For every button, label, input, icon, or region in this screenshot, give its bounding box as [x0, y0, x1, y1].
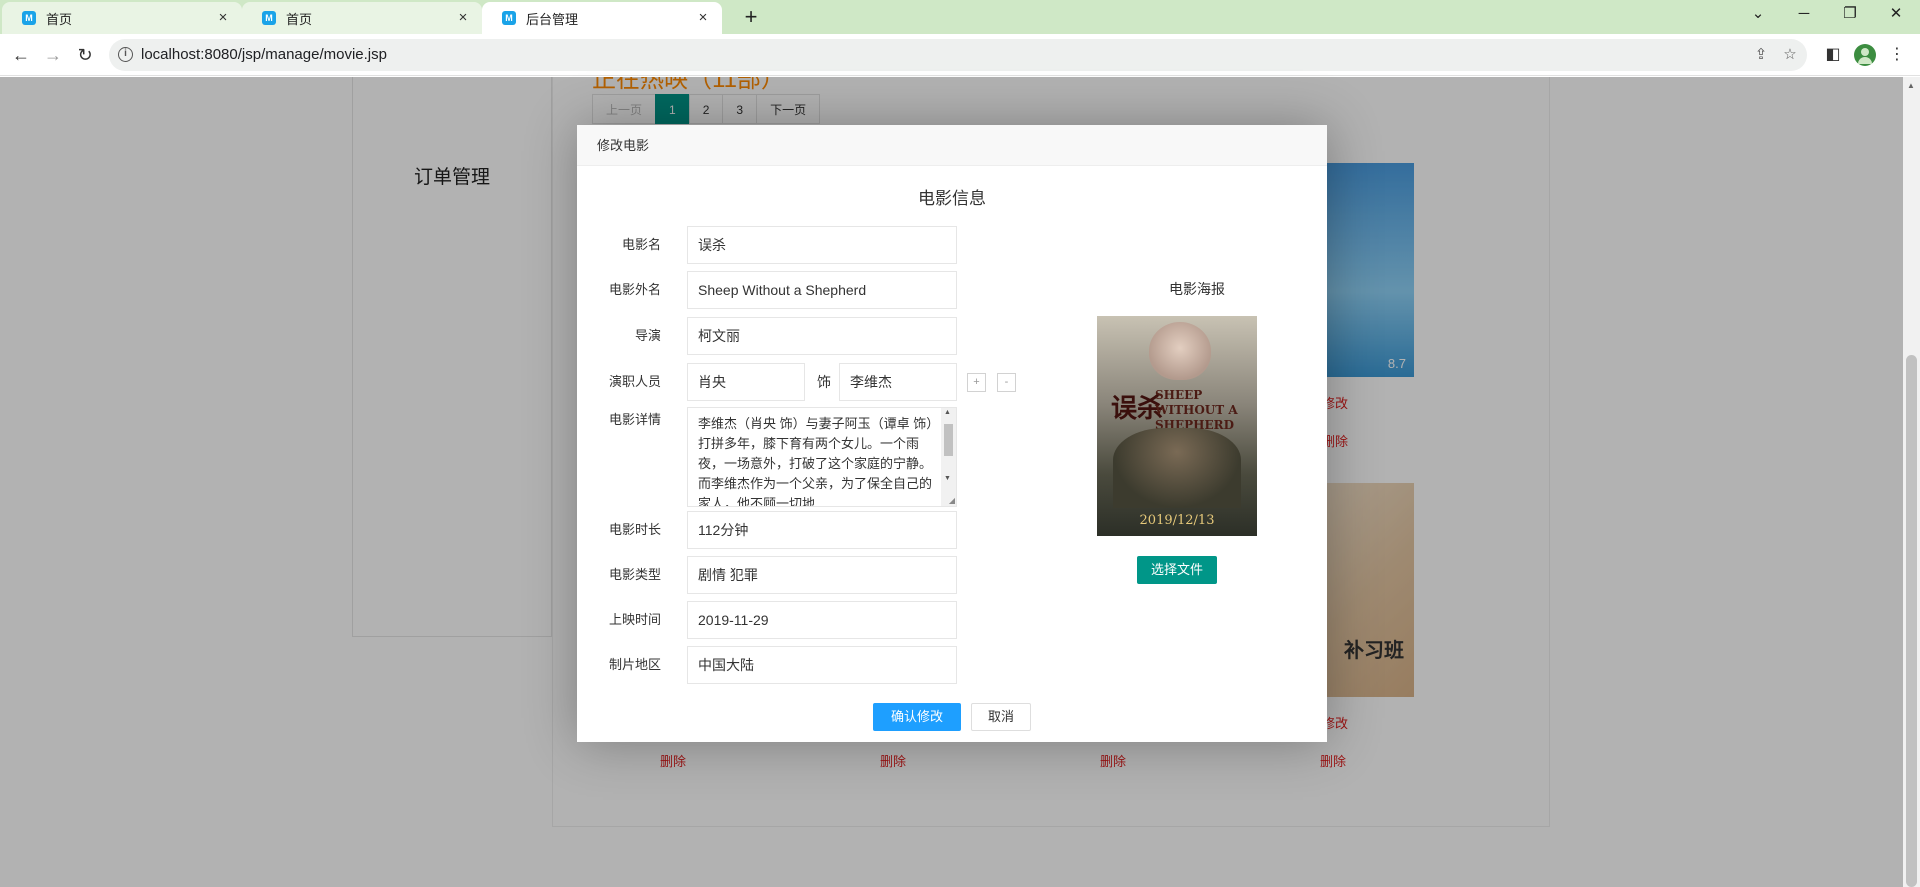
release-label: 上映时间 [608, 612, 661, 627]
textarea-scrollbar[interactable]: ▲ ▼ ◢ [941, 408, 956, 506]
browser-toolbar: ← → ↻ i localhost:8080/jsp/manage/movie.… [0, 34, 1920, 76]
director-input[interactable]: 柯文丽 [687, 317, 957, 355]
forward-icon[interactable]: → [40, 42, 66, 68]
edit-movie-dialog: 修改电影 电影信息 电影名 误杀 电影外名 Sheep Without a Sh… [577, 125, 1327, 742]
share-icon[interactable]: ⇪ [1750, 44, 1772, 66]
poster-label: 电影海报 [1169, 281, 1225, 297]
name-label: 电影名 [621, 237, 661, 252]
genre-input[interactable]: 剧情 犯罪 [687, 556, 957, 594]
choose-file-button[interactable]: 选择文件 [1137, 556, 1217, 584]
bookmark-star-icon[interactable]: ☆ [1779, 44, 1801, 66]
close-tab-icon[interactable]: × [454, 9, 472, 27]
page-scrollbar[interactable]: ▲ [1903, 77, 1920, 887]
movie-name-input[interactable]: 误杀 [687, 226, 957, 264]
dialog-title: 修改电影 [577, 125, 1327, 166]
site-info-icon[interactable]: i [118, 47, 133, 62]
role-separator: 饰 [817, 374, 831, 390]
form-heading: 电影信息 [918, 189, 986, 208]
movie-poster-image: 误杀 SHEEP WITHOUT A SHEPHERD 2019/12/13 [1097, 316, 1257, 536]
movie-detail-textarea[interactable]: 李维杰（肖央 饰）与妻子阿玉（谭卓 饰）打拼多年，膝下育有两个女儿。一个雨夜，一… [687, 407, 957, 507]
director-label: 导演 [634, 328, 661, 343]
poster-date: 2019/12/13 [1139, 513, 1215, 528]
side-panel-icon[interactable]: ◧ [1821, 43, 1845, 67]
foreign-name-label: 电影外名 [608, 282, 661, 297]
browser-tab[interactable]: M 首页 × [2, 2, 242, 34]
browser-tab-active[interactable]: M 后台管理 × [482, 2, 722, 34]
poster-face-art [1149, 322, 1211, 380]
close-tab-icon[interactable]: × [214, 9, 232, 27]
back-icon[interactable]: ← [8, 42, 34, 68]
region-input[interactable]: 中国大陆 [687, 646, 957, 684]
region-label: 制片地区 [608, 657, 661, 672]
scroll-up-icon[interactable]: ▲ [1907, 81, 1915, 90]
foreign-name-input[interactable]: Sheep Without a Shepherd [687, 271, 957, 309]
restore-icon[interactable]: ❐ [1827, 0, 1873, 30]
site-favicon-icon: M [502, 11, 516, 25]
cancel-button[interactable]: 取消 [971, 703, 1031, 731]
address-bar[interactable]: i localhost:8080/jsp/manage/movie.jsp ⇪ … [109, 39, 1807, 71]
confirm-edit-button[interactable]: 确认修改 [873, 703, 961, 731]
role-input[interactable]: 李维杰 [839, 363, 957, 401]
add-cast-button[interactable]: + [967, 373, 986, 392]
site-favicon-icon: M [262, 11, 276, 25]
url-text[interactable]: localhost:8080/jsp/manage/movie.jsp [141, 39, 387, 71]
browser-tab-strip: M 首页 × M 首页 × M 后台管理 × + ⌄ ─ ❐ ✕ [0, 0, 1920, 34]
minimize-icon[interactable]: ─ [1781, 0, 1827, 30]
browser-menu-icon[interactable]: ⋮ [1885, 43, 1909, 67]
poster-figures-art [1113, 428, 1241, 508]
new-tab-icon[interactable]: + [737, 4, 765, 32]
release-date-input[interactable]: 2019-11-29 [687, 601, 957, 639]
tab-title: 首页 [286, 11, 313, 27]
cast-label: 演职人员 [608, 374, 661, 389]
poster-title-en: SHEEP WITHOUT A SHEPHERD [1155, 388, 1238, 432]
textarea-scroll-thumb[interactable] [944, 424, 953, 456]
genre-label: 电影类型 [608, 567, 661, 582]
remove-cast-button[interactable]: - [997, 373, 1016, 392]
reload-icon[interactable]: ↻ [72, 42, 98, 68]
tab-title: 后台管理 [526, 11, 579, 27]
duration-label: 电影时长 [608, 522, 661, 537]
browser-tab[interactable]: M 首页 × [242, 2, 482, 34]
site-favicon-icon: M [22, 11, 36, 25]
detail-label: 电影详情 [608, 412, 661, 427]
tab-search-icon[interactable]: ⌄ [1735, 0, 1781, 30]
scroll-up-icon[interactable]: ▲ [944, 409, 951, 416]
tab-title: 首页 [46, 11, 73, 27]
scroll-down-icon[interactable]: ▼ [944, 475, 951, 482]
close-window-icon[interactable]: ✕ [1873, 0, 1919, 30]
scrollbar-thumb[interactable] [1906, 355, 1917, 887]
duration-input[interactable]: 112分钟 [687, 511, 957, 549]
profile-avatar-icon[interactable] [1854, 44, 1876, 66]
resize-grip-icon[interactable]: ◢ [949, 496, 955, 505]
close-tab-icon[interactable]: × [694, 9, 712, 27]
actor-input[interactable]: 肖央 [687, 363, 805, 401]
